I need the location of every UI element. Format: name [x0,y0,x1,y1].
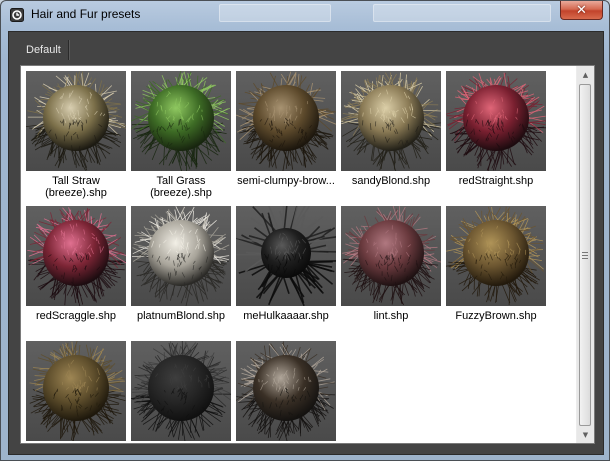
fur-ball-preview [131,71,230,171]
preset-tile[interactable] [26,341,126,441]
preset-thumbnail[interactable] [131,341,231,441]
presets-grid: ▲ ▼ Tall Straw (breeze).shp Tall Grass (bre… [20,65,595,444]
preset-label-line: platnumBlond.shp [136,310,226,322]
close-button[interactable]: ✕ [560,1,603,20]
preset-tile[interactable]: FuzzyBrown.shp [446,206,546,322]
preset-thumbnail[interactable] [131,206,231,306]
preset-thumbnail[interactable] [446,206,546,306]
app-logo-icon [10,8,24,22]
preset-label: semi-clumpy-brow... [236,175,336,187]
preset-thumbnail[interactable] [26,71,126,171]
fur-ball-preview [341,72,441,171]
preset-thumbnail[interactable] [26,206,126,306]
preset-label: meHulkaaaar.shp [236,310,336,322]
scroll-down-icon: ▼ [582,430,589,439]
preset-tile[interactable] [131,341,231,441]
preset-tile[interactable]: sandyBlond.shp [341,71,441,187]
fur-ball-preview [29,341,126,441]
preset-tile[interactable]: Tall Grass (breeze).shp [131,71,231,199]
preset-label: redScraggle.shp [26,310,126,322]
presets-window: Hair and Fur presets ✕ Default ▲ ▼ Tall … [0,0,610,461]
fur-ball-preview [131,341,231,441]
scroll-thumb[interactable] [579,84,591,426]
preset-label-line: meHulkaaaar.shp [243,310,329,322]
title-bar[interactable]: Hair and Fur presets ✕ [1,1,609,29]
preset-label: platnumBlond.shp [131,310,231,322]
fur-ball-preview [27,207,126,306]
preset-tile[interactable] [236,341,336,441]
preset-label: Tall Straw (breeze).shp [26,175,126,199]
fur-ball-preview [132,206,230,306]
preset-thumbnail[interactable] [341,71,441,171]
preset-label: sandyBlond.shp [341,175,441,187]
preset-thumbnail[interactable] [26,341,126,441]
preset-thumbnail[interactable] [236,206,336,306]
preset-tile[interactable]: semi-clumpy-brow... [236,71,336,187]
preset-label-line: Tall Straw [52,175,100,187]
preset-label-line: sandyBlond.shp [351,175,431,187]
preset-tile[interactable]: redScraggle.shp [26,206,126,322]
preset-label-line: redStraight.shp [458,175,534,187]
tab-default[interactable]: Default [19,40,69,60]
preset-label-line: lint.shp [373,310,409,322]
preset-label-line: FuzzyBrown.shp [455,310,537,322]
vertical-scrollbar[interactable]: ▲ ▼ [576,66,594,443]
background-window-ghost [373,4,551,22]
preset-thumbnail[interactable] [236,341,336,441]
preset-tile[interactable]: meHulkaaaar.shp [236,206,336,322]
scroll-up-button[interactable]: ▲ [577,66,594,83]
fur-ball-preview [26,71,126,171]
fur-ball-preview [342,206,441,306]
preset-thumbnail[interactable] [236,71,336,171]
window-title: Hair and Fur presets [31,7,141,21]
preset-label-line: (breeze).shp [150,187,212,199]
scroll-grip-icon [582,252,588,259]
preset-thumbnail[interactable] [131,71,231,171]
preset-label-line: Tall Grass [156,175,206,187]
preset-tile[interactable]: lint.shp [341,206,441,322]
preset-label-line: (breeze).shp [45,187,107,199]
preset-label: redStraight.shp [446,175,546,187]
preset-tile[interactable]: redStraight.shp [446,71,546,187]
preset-label: Tall Grass (breeze).shp [131,175,231,199]
scroll-down-button[interactable]: ▼ [577,426,594,443]
fur-ball-preview [236,71,336,171]
preset-tile[interactable]: platnumBlond.shp [131,206,231,322]
fur-ball-preview [446,72,546,171]
dialog-body: Default ▲ ▼ Tall Straw (breeze).shp Tall G… [8,31,604,455]
fur-ball-preview [236,206,336,306]
fur-ball-preview [446,206,545,306]
background-window-ghost [219,4,331,22]
preset-label: FuzzyBrown.shp [446,310,546,322]
preset-label-line: redScraggle.shp [35,310,117,322]
fur-ball-preview [236,341,336,441]
preset-tile[interactable]: Tall Straw (breeze).shp [26,71,126,199]
preset-thumbnail[interactable] [446,71,546,171]
preset-label: lint.shp [341,310,441,322]
preset-label-line: semi-clumpy-brow... [237,175,335,187]
scroll-up-icon: ▲ [582,70,589,79]
preset-thumbnail[interactable] [341,206,441,306]
close-icon: ✕ [576,2,587,18]
